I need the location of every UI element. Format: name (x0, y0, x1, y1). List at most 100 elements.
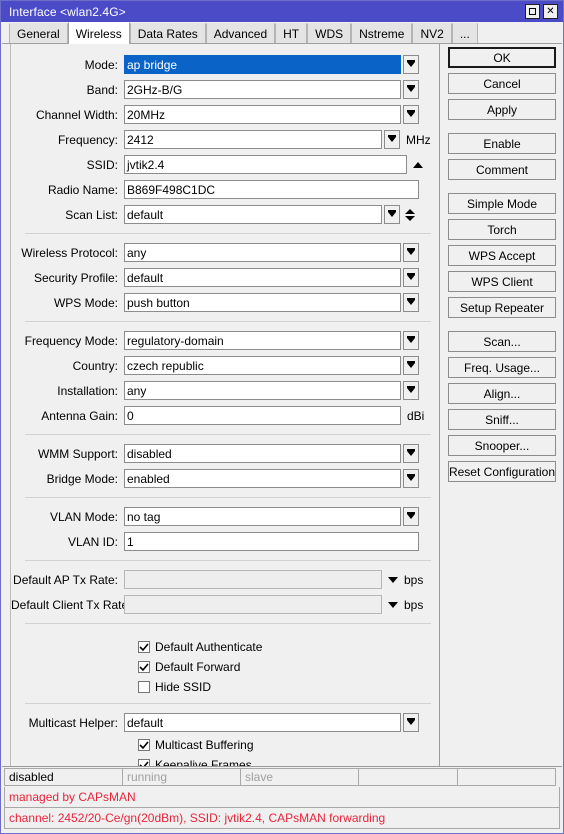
tab-wds[interactable]: WDS (307, 23, 352, 43)
wps-mode-dropdown-button[interactable] (403, 293, 419, 312)
security-profile-dropdown-button[interactable] (403, 268, 419, 287)
security-profile-input[interactable]: default (124, 268, 401, 287)
close-button[interactable]: ✕ (543, 4, 558, 19)
tab-advanced[interactable]: Advanced (205, 23, 276, 43)
wmm-support-label: WMM Support: (37, 446, 118, 461)
tab-general[interactable]: General (9, 23, 68, 43)
band-input[interactable]: 2GHz-B/G (124, 80, 401, 99)
tab-label: Advanced (213, 26, 268, 41)
simple-mode-button[interactable]: Simple Mode (448, 193, 556, 214)
cancel-button[interactable]: Cancel (448, 73, 556, 94)
chevron-down-icon (407, 110, 415, 117)
radio-name-input[interactable]: B869F498C1DC (124, 180, 419, 199)
checkbox-row-default-forward[interactable]: Default Forward (11, 657, 439, 677)
row-scan-list: Scan List: default (11, 202, 439, 227)
frequency-input[interactable]: 2412 (124, 130, 382, 149)
frequency-mode-dropdown-button[interactable] (403, 331, 419, 350)
channel-width-dropdown-button[interactable] (403, 105, 419, 124)
band-label: Band: (86, 82, 118, 97)
default-forward-checkbox[interactable] (138, 661, 150, 673)
vlan-mode-input[interactable]: no tag (124, 507, 401, 526)
wps-accept-button[interactable]: WPS Accept (448, 245, 556, 266)
default-forward-label: Default Forward (155, 660, 241, 674)
align-button[interactable]: Align... (448, 383, 556, 404)
ssid-input[interactable]: jvtik2.4 (124, 155, 407, 174)
tab-nv2[interactable]: NV2 (412, 23, 452, 43)
title-bar[interactable]: Interface <wlan2.4G> ✕ (1, 1, 563, 22)
tab-ht[interactable]: HT (275, 23, 308, 43)
tab-nstreme[interactable]: Nstreme (351, 23, 413, 43)
ssid-expand-up-icon[interactable] (413, 161, 423, 168)
tab-label: Data Rates (137, 26, 198, 41)
country-dropdown-button[interactable] (403, 356, 419, 375)
default-authenticate-checkbox[interactable] (138, 641, 150, 653)
row-vlan-mode: VLAN Mode: no tag (11, 504, 439, 529)
enable-button[interactable]: Enable (448, 133, 556, 154)
ok-button[interactable]: OK (448, 47, 556, 68)
chevron-down-icon (407, 60, 415, 67)
snooper-button[interactable]: Snooper... (448, 435, 556, 456)
row-wireless-protocol: Wireless Protocol: any (11, 240, 439, 265)
frequency-dropdown-button[interactable] (384, 130, 400, 149)
multicast-buffering-checkbox[interactable] (138, 739, 150, 751)
checkbox-row-hide-ssid[interactable]: Hide SSID (11, 677, 439, 697)
wps-client-button[interactable]: WPS Client (448, 271, 556, 292)
row-wmm-support: WMM Support: disabled (11, 441, 439, 466)
tab-label: Wireless (75, 26, 122, 41)
band-dropdown-button[interactable] (403, 80, 419, 99)
country-input[interactable]: czech republic (124, 356, 401, 375)
wmm-support-dropdown-button[interactable] (403, 444, 419, 463)
apply-button[interactable]: Apply (448, 99, 556, 120)
channel-width-input[interactable]: 20MHz (124, 105, 401, 124)
close-icon: ✕ (546, 5, 555, 17)
wireless-protocol-dropdown-button[interactable] (403, 243, 419, 262)
hide-ssid-checkbox[interactable] (138, 681, 150, 693)
status-cell-row: disabled running slave (4, 768, 560, 787)
action-button-panel: OK Cancel Apply Enable Comment Simple Mo… (441, 44, 563, 766)
tab-more[interactable]: ... (451, 23, 478, 43)
multicast-helper-dropdown-button[interactable] (403, 713, 419, 732)
row-bridge-mode: Bridge Mode: enabled (11, 466, 439, 491)
row-default-client-tx-rate: Default Client Tx Rate: bps (11, 592, 439, 617)
freq-usage-button[interactable]: Freq. Usage... (448, 357, 556, 378)
comment-button[interactable]: Comment (448, 159, 556, 180)
checkbox-row-multicast-buffering[interactable]: Multicast Buffering (11, 735, 439, 755)
reset-configuration-button[interactable]: Reset Configuration (448, 461, 556, 482)
default-ap-tx-rate-input[interactable] (124, 570, 382, 589)
wmm-support-input[interactable]: disabled (124, 444, 401, 463)
checkbox-row-default-authenticate[interactable]: Default Authenticate (11, 637, 439, 657)
vlan-mode-dropdown-button[interactable] (403, 507, 419, 526)
frequency-mode-input[interactable]: regulatory-domain (124, 331, 401, 350)
vlan-id-input[interactable]: 1 (124, 532, 419, 551)
chevron-down-icon (407, 718, 415, 725)
bridge-mode-dropdown-button[interactable] (403, 469, 419, 488)
antenna-gain-input[interactable]: 0 (124, 406, 401, 425)
tab-data-rates[interactable]: Data Rates (129, 23, 206, 43)
maximize-button[interactable] (525, 4, 540, 19)
default-ap-tx-rate-unit: bps (404, 572, 424, 587)
tab-wireless[interactable]: Wireless (67, 22, 130, 44)
sniff-button[interactable]: Sniff... (448, 409, 556, 430)
default-client-tx-rate-dropdown-icon[interactable] (388, 601, 398, 608)
setup-repeater-button[interactable]: Setup Repeater (448, 297, 556, 318)
bridge-mode-input[interactable]: enabled (124, 469, 401, 488)
interface-window: Interface <wlan2.4G> ✕ General Wireless … (0, 0, 564, 834)
wireless-protocol-input[interactable]: any (124, 243, 401, 262)
divider (25, 703, 431, 704)
scan-list-stepper[interactable] (404, 208, 416, 221)
row-default-ap-tx-rate: Default AP Tx Rate: bps (11, 567, 439, 592)
security-profile-label: Security Profile: (33, 270, 118, 285)
installation-input[interactable]: any (124, 381, 401, 400)
mode-dropdown-button[interactable] (403, 55, 419, 74)
scan-list-dropdown-button[interactable] (384, 205, 400, 224)
installation-dropdown-button[interactable] (403, 381, 419, 400)
mode-input[interactable]: ap bridge (124, 55, 401, 74)
multicast-helper-input[interactable]: default (124, 713, 401, 732)
default-ap-tx-rate-dropdown-icon[interactable] (388, 576, 398, 583)
scan-button[interactable]: Scan... (448, 331, 556, 352)
default-client-tx-rate-input[interactable] (124, 595, 382, 614)
tab-label: Nstreme (359, 26, 405, 41)
scan-list-input[interactable]: default (124, 205, 382, 224)
wps-mode-input[interactable]: push button (124, 293, 401, 312)
torch-button[interactable]: Torch (448, 219, 556, 240)
